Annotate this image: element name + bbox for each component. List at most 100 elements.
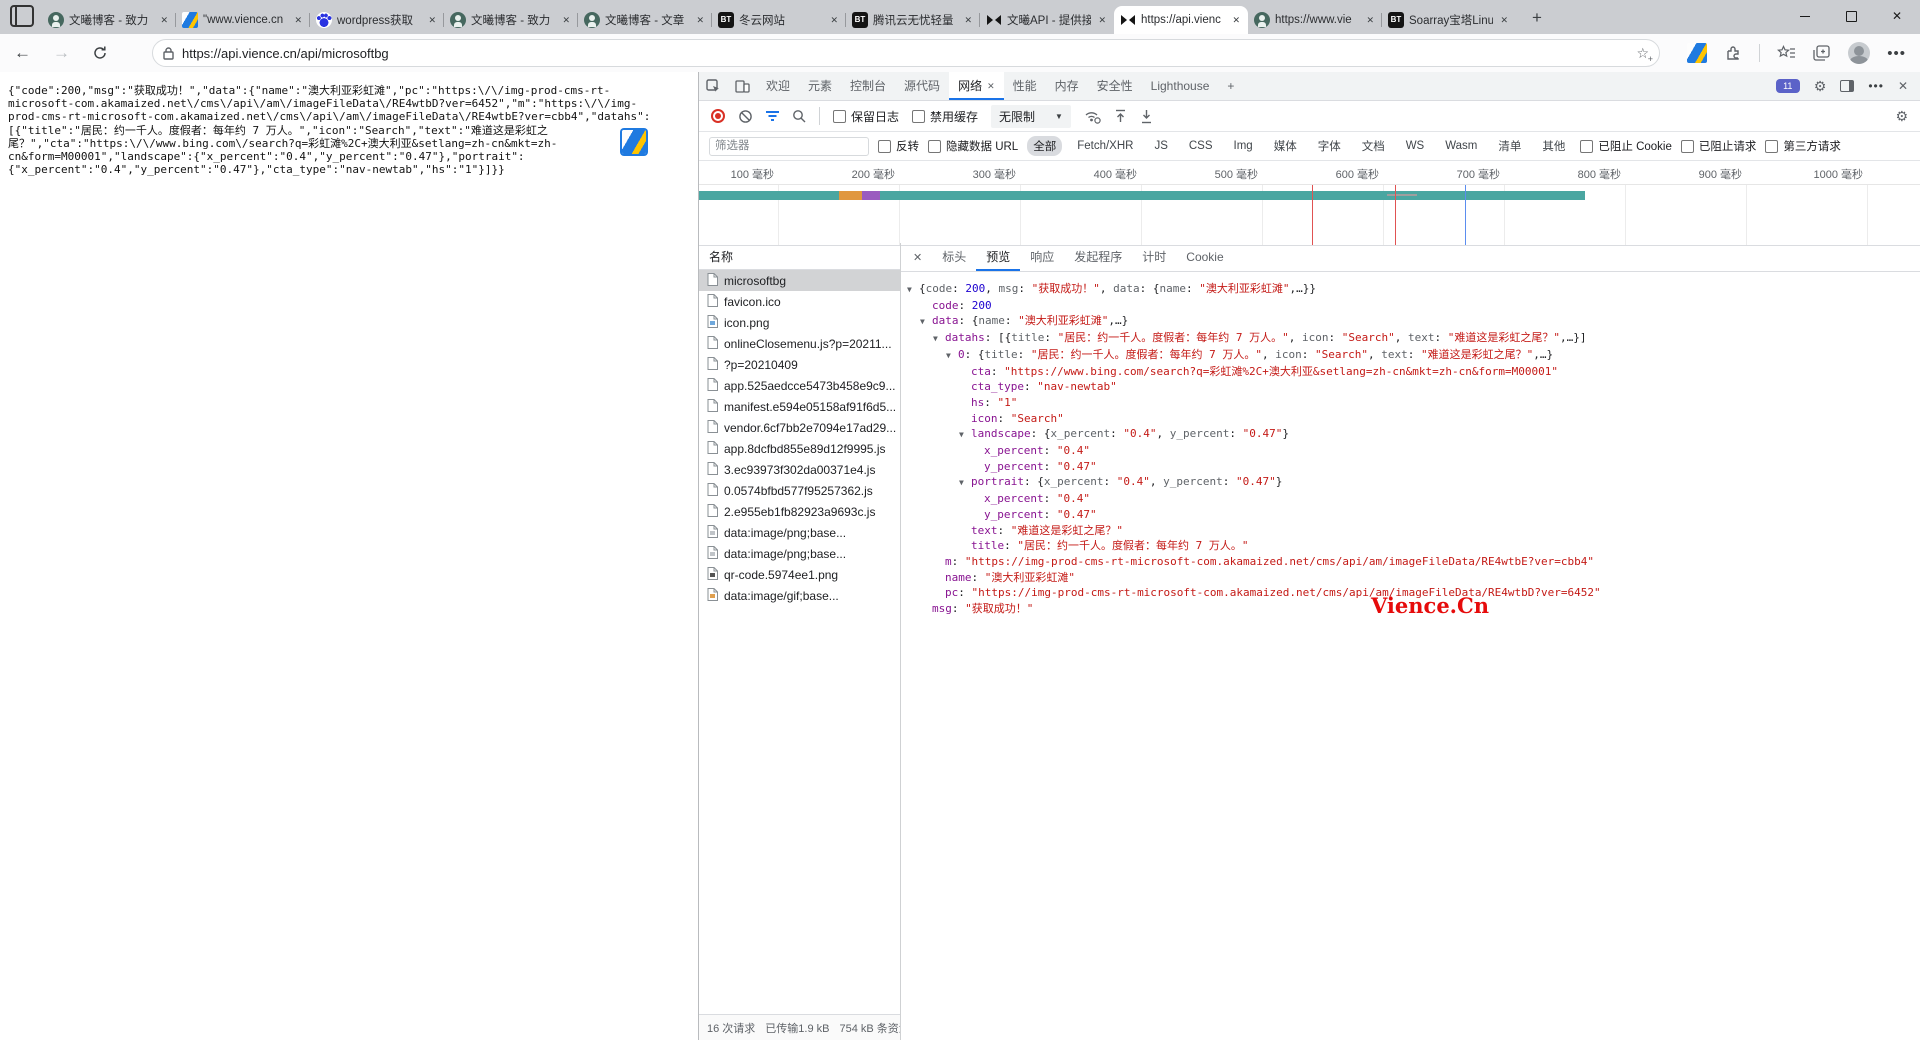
- vience-extension-icon[interactable]: [1687, 43, 1707, 63]
- tab-close-icon[interactable]: ✕: [1498, 13, 1510, 28]
- tree-row[interactable]: cta_type: "nav-newtab": [901, 379, 1920, 395]
- filter-chip[interactable]: Fetch/XHR: [1071, 138, 1139, 154]
- devtools-tab-网络[interactable]: 网络✕: [949, 72, 1004, 100]
- maximize-button[interactable]: [1828, 0, 1874, 32]
- tab-close-icon[interactable]: ✕: [828, 13, 840, 28]
- inspect-element-icon[interactable]: [699, 79, 728, 94]
- search-icon[interactable]: [792, 109, 806, 123]
- filter-chip[interactable]: Img: [1228, 138, 1259, 154]
- browser-tab[interactable]: wordpress获取✕: [310, 6, 444, 34]
- import-har-icon[interactable]: [1114, 109, 1127, 124]
- profile-avatar[interactable]: [1848, 42, 1870, 64]
- browser-tab[interactable]: 文曦API - 提供接✕: [980, 6, 1114, 34]
- devtools-menu-icon[interactable]: •••: [1868, 79, 1884, 93]
- issues-count-badge[interactable]: 11: [1776, 79, 1800, 93]
- devtools-tab-元素[interactable]: 元素: [799, 72, 841, 100]
- tab-close-icon[interactable]: ✕: [987, 72, 995, 100]
- request-row[interactable]: qr-code.5974ee1.png: [699, 564, 900, 585]
- detail-tab-Cookie[interactable]: Cookie: [1176, 243, 1233, 271]
- expand-arrow-icon[interactable]: ▼: [959, 427, 971, 443]
- browser-tab[interactable]: 文曦博客 - 文章✕: [578, 6, 712, 34]
- tree-row[interactable]: code: 200: [901, 298, 1920, 314]
- filter-chip[interactable]: 媒体: [1268, 136, 1303, 156]
- tree-row[interactable]: ▼portrait: {x_percent: "0.4", y_percent:…: [901, 474, 1920, 491]
- device-toolbar-icon[interactable]: [728, 79, 757, 93]
- devtools-tab-性能[interactable]: 性能: [1004, 72, 1046, 100]
- request-list-header[interactable]: 名称: [699, 243, 900, 270]
- collections-icon[interactable]: [1813, 45, 1831, 61]
- tree-row[interactable]: text: "难道这是彩虹之尾？": [901, 523, 1920, 539]
- browser-tab[interactable]: https://api.vienc✕: [1114, 6, 1248, 34]
- filter-chip[interactable]: 文档: [1356, 136, 1391, 156]
- tab-close-icon[interactable]: ✕: [560, 13, 572, 28]
- export-har-icon[interactable]: [1140, 109, 1153, 124]
- filter-chip[interactable]: 其他: [1536, 136, 1571, 156]
- browser-tab[interactable]: 冬云网站✕: [712, 6, 846, 34]
- tree-row[interactable]: ▼data: {name: "澳大利亚彩虹滩",…}: [901, 313, 1920, 330]
- tab-actions-menu-icon[interactable]: [10, 5, 34, 27]
- filter-funnel-icon[interactable]: [766, 111, 779, 122]
- devtools-tab-+[interactable]: +: [1218, 72, 1243, 100]
- request-row[interactable]: ?p=20210409: [699, 354, 900, 375]
- detail-tab-计时[interactable]: 计时: [1132, 243, 1176, 271]
- tree-row[interactable]: ▼landscape: {x_percent: "0.4", y_percent…: [901, 426, 1920, 443]
- tree-row[interactable]: ▼{code: 200, msg: "获取成功！", data: {name: …: [901, 281, 1920, 298]
- request-row[interactable]: app.8dcfbd855e89d12f9995.js: [699, 438, 900, 459]
- request-row[interactable]: 0.0574bfbd577f95257362.js: [699, 480, 900, 501]
- record-network-log-icon[interactable]: [711, 109, 725, 123]
- browser-tab[interactable]: https://www.vie✕: [1248, 6, 1382, 34]
- expand-arrow-icon[interactable]: ▼: [946, 348, 958, 364]
- tree-row[interactable]: y_percent: "0.47": [901, 507, 1920, 523]
- tree-row[interactable]: name: "澳大利亚彩虹滩": [901, 570, 1920, 586]
- filter-chip[interactable]: 清单: [1492, 136, 1527, 156]
- network-settings-icon[interactable]: ⚙: [1895, 108, 1920, 125]
- devtools-close-icon[interactable]: ✕: [1898, 79, 1908, 93]
- url-text[interactable]: https://api.vience.cn/api/microsoftbg: [182, 46, 1628, 61]
- third-party-checkbox[interactable]: 第三方请求: [1765, 138, 1841, 154]
- refresh-icon[interactable]: [92, 45, 108, 61]
- minimize-button[interactable]: [1782, 0, 1828, 32]
- request-row[interactable]: 2.e955eb1fb82923a9693c.js: [699, 501, 900, 522]
- close-button[interactable]: ✕: [1874, 0, 1920, 32]
- detail-tab-预览[interactable]: 预览: [976, 243, 1020, 271]
- request-row[interactable]: data:image/gif;base...: [699, 585, 900, 606]
- hide-data-url-checkbox[interactable]: 隐藏数据 URL: [928, 138, 1018, 154]
- network-overview-timeline[interactable]: 100 毫秒200 毫秒300 毫秒400 毫秒500 毫秒600 毫秒700 …: [699, 161, 1920, 246]
- detail-tab-响应[interactable]: 响应: [1020, 243, 1064, 271]
- filter-chip[interactable]: WS: [1400, 138, 1431, 154]
- clear-network-log-icon[interactable]: [738, 109, 753, 124]
- expand-arrow-icon[interactable]: ▼: [907, 282, 919, 298]
- favorites-icon[interactable]: [1777, 45, 1796, 61]
- tab-close-icon[interactable]: ✕: [1364, 13, 1376, 28]
- tree-row[interactable]: hs: "1": [901, 395, 1920, 411]
- tab-close-icon[interactable]: ✕: [158, 13, 170, 28]
- tree-row[interactable]: m: "https://img-prod-cms-rt-microsoft-co…: [901, 554, 1920, 570]
- detail-tab-发起程序[interactable]: 发起程序: [1064, 243, 1132, 271]
- devtools-tab-欢迎[interactable]: 欢迎: [757, 72, 799, 100]
- address-bar[interactable]: https://api.vience.cn/api/microsoftbg ☆+: [152, 39, 1660, 67]
- close-detail-icon[interactable]: ✕: [901, 251, 932, 264]
- browser-menu-icon[interactable]: •••: [1887, 45, 1906, 62]
- devtools-tab-控制台[interactable]: 控制台: [841, 72, 895, 100]
- filter-chip[interactable]: Wasm: [1439, 138, 1483, 154]
- request-row[interactable]: data:image/png;base...: [699, 543, 900, 564]
- tree-row[interactable]: y_percent: "0.47": [901, 459, 1920, 475]
- browser-tab[interactable]: "www.vience.cn✕: [176, 6, 310, 34]
- blocked-requests-checkbox[interactable]: 已阻止请求: [1681, 138, 1757, 154]
- devtools-settings-icon[interactable]: ⚙: [1814, 78, 1827, 95]
- tree-row[interactable]: cta: "https://www.bing.com/search?q=彩虹滩%…: [901, 364, 1920, 380]
- tab-close-icon[interactable]: ✕: [1096, 13, 1108, 28]
- tree-row[interactable]: ▼datahs: [{title: "居民：约一千人。度假者：每年约 7 万人。…: [901, 330, 1920, 347]
- tree-row[interactable]: title: "居民：约一千人。度假者：每年约 7 万人。": [901, 538, 1920, 554]
- throttling-select[interactable]: 无限制▼: [991, 105, 1071, 128]
- network-conditions-icon[interactable]: [1084, 109, 1101, 124]
- back-icon[interactable]: ←: [14, 43, 31, 63]
- request-row[interactable]: 3.ec93973f302da00371e4.js: [699, 459, 900, 480]
- browser-tab[interactable]: 腾讯云无忧轻量✕: [846, 6, 980, 34]
- browser-tab[interactable]: 文曦博客 - 致力✕: [444, 6, 578, 34]
- blocked-cookies-checkbox[interactable]: 已阻止 Cookie: [1580, 138, 1672, 154]
- vience-extension-overlay-icon[interactable]: [622, 130, 646, 154]
- detail-tab-标头[interactable]: 标头: [932, 243, 976, 271]
- disable-cache-checkbox[interactable]: 禁用缓存: [912, 108, 978, 125]
- devtools-tab-Lighthouse[interactable]: Lighthouse: [1142, 72, 1219, 100]
